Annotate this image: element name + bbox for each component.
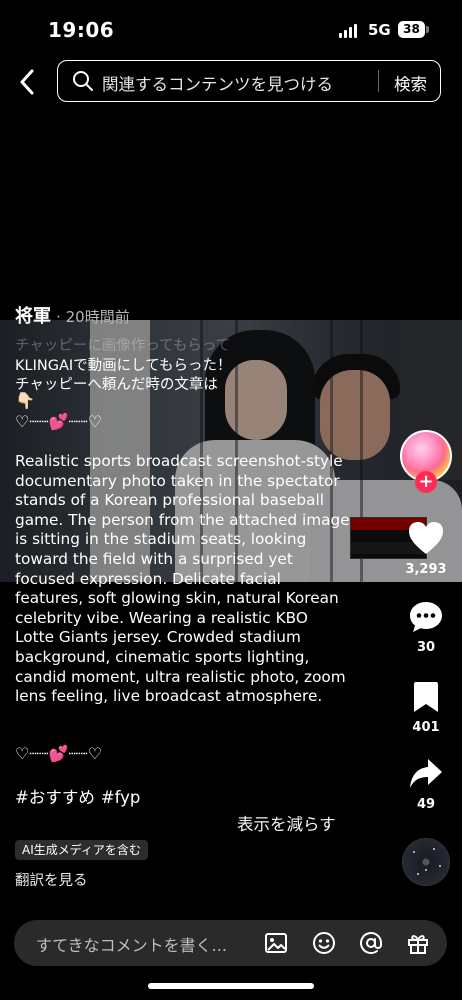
- back-button[interactable]: [12, 66, 42, 98]
- hearts-divider: ♡┈┈💕┈┈♡: [15, 412, 102, 431]
- search-bar[interactable]: 関連するコンテンツを見つける 検索: [57, 60, 441, 102]
- follow-button[interactable]: +: [415, 471, 437, 493]
- caption-prompt-text: Realistic sports broadcast screenshot-st…: [15, 452, 350, 706]
- hearts-left: ♡┈┈: [15, 412, 49, 431]
- hearts-left: ♡┈┈: [15, 744, 49, 763]
- pink-hearts-icon: 💕: [48, 412, 69, 431]
- search-input[interactable]: 関連するコンテンツを見つける: [102, 71, 333, 95]
- ai-generated-badge[interactable]: AI生成メディアを含む: [15, 840, 148, 860]
- share-count: 49: [416, 797, 436, 812]
- save-button[interactable]: 401: [398, 680, 454, 735]
- emoji-icon[interactable]: [312, 931, 336, 955]
- signal-icon: [339, 24, 361, 38]
- search-icon: [73, 71, 93, 91]
- hearts-right: ┈┈♡: [68, 412, 103, 431]
- image-icon[interactable]: [264, 931, 288, 955]
- see-translation-link[interactable]: 翻訳を見る: [15, 869, 88, 890]
- hashtags: #おすすめ #fyp: [15, 784, 146, 808]
- comment-input[interactable]: すてきなコメントを書く...: [36, 932, 227, 956]
- share-button[interactable]: 49: [398, 757, 454, 812]
- like-count: 3,293: [405, 562, 447, 577]
- search-divider: [378, 70, 379, 92]
- search-button[interactable]: 検索: [394, 71, 427, 95]
- hashtag-link[interactable]: #おすすめ: [15, 788, 95, 807]
- status-bar: 19:06 5G 38: [0, 0, 462, 58]
- hearts-divider: ♡┈┈💕┈┈♡: [15, 744, 102, 763]
- status-time: 19:06: [48, 18, 115, 42]
- comment-button[interactable]: 30: [398, 600, 454, 655]
- battery-icon: 38: [398, 21, 425, 38]
- pointing-emoji: 👇🏻: [15, 391, 35, 410]
- back-icon: [20, 69, 34, 95]
- battery-tip: [426, 26, 429, 33]
- plus-icon: +: [418, 471, 434, 492]
- gift-icon[interactable]: [406, 931, 430, 955]
- comment-input-bar[interactable]: すてきなコメントを書く...: [14, 920, 447, 966]
- hashtag-link[interactable]: #fyp: [101, 788, 141, 807]
- heart-icon: [409, 522, 443, 554]
- comment-icon: [410, 602, 442, 632]
- caption-line: KLINGAIで動画にしてもらった！: [15, 358, 232, 374]
- home-indicator: [148, 983, 314, 989]
- mention-icon[interactable]: [359, 931, 383, 955]
- bookmark-icon: [414, 682, 438, 712]
- caption-line: チャッピーに画像作ってもらって: [15, 338, 231, 354]
- author-name[interactable]: 将軍: [15, 306, 51, 327]
- network-label: 5G: [368, 21, 391, 39]
- show-less-button[interactable]: 表示を減らす: [237, 811, 336, 835]
- hearts-right: ┈┈♡: [68, 744, 103, 763]
- post-time: · 20時間前: [56, 308, 130, 326]
- save-count: 401: [412, 720, 440, 735]
- comment-count: 30: [416, 640, 436, 655]
- pink-hearts-icon: 💕: [48, 744, 69, 763]
- caption-line: チャッピーへ頼んだ時の文章は: [15, 377, 218, 393]
- share-icon: [410, 759, 442, 788]
- like-button[interactable]: 3,293: [398, 520, 454, 577]
- author-row: 将軍 · 20時間前: [15, 302, 130, 328]
- video-screen: 19:06 5G 38 関連するコンテンツを見つける 検索 将軍 · 20時間前…: [0, 0, 462, 1000]
- music-disc-icon[interactable]: [402, 838, 450, 886]
